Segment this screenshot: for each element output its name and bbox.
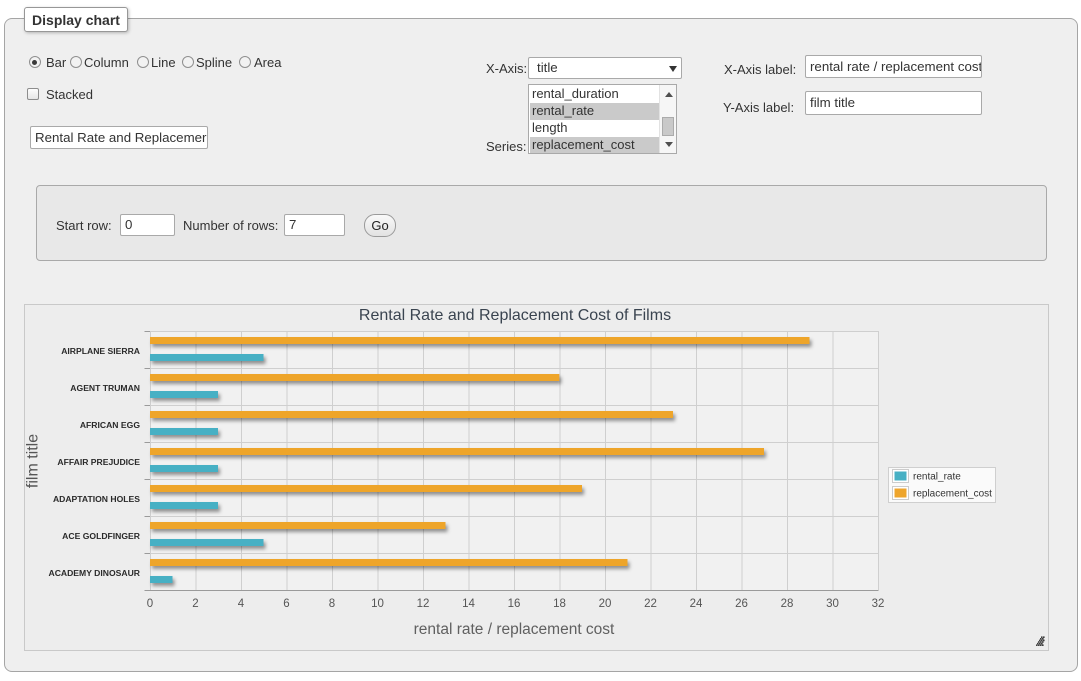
svg-text:32: 32 <box>872 598 885 610</box>
svg-text:rental_rate: rental_rate <box>913 472 961 483</box>
svg-text:replacement_cost: replacement_cost <box>913 489 992 500</box>
svg-text:16: 16 <box>508 598 521 610</box>
svg-text:2: 2 <box>192 598 198 610</box>
svg-text:AGENT TRUMAN: AGENT TRUMAN <box>70 383 140 393</box>
svg-text:14: 14 <box>462 598 475 610</box>
svg-text:4: 4 <box>238 598 245 610</box>
svg-text:8: 8 <box>329 598 335 610</box>
svg-text:0: 0 <box>147 598 153 610</box>
svg-text:10: 10 <box>371 598 384 610</box>
svg-text:AFRICAN EGG: AFRICAN EGG <box>80 420 140 430</box>
svg-text:AFFAIR PREJUDICE: AFFAIR PREJUDICE <box>57 457 140 467</box>
svg-text:20: 20 <box>599 598 612 610</box>
svg-text:rental rate / replacement cost: rental rate / replacement cost <box>414 621 615 638</box>
svg-text:ADAPTATION HOLES: ADAPTATION HOLES <box>53 494 140 504</box>
svg-text:AIRPLANE SIERRA: AIRPLANE SIERRA <box>61 346 140 356</box>
svg-text:ACADEMY DINOSAUR: ACADEMY DINOSAUR <box>48 568 140 578</box>
svg-text:6: 6 <box>283 598 289 610</box>
svg-text:film title: film title <box>25 434 42 488</box>
svg-text:Rental Rate and Replacement Co: Rental Rate and Replacement Cost of Film… <box>359 307 671 324</box>
svg-text:22: 22 <box>644 598 657 610</box>
svg-text:ACE GOLDFINGER: ACE GOLDFINGER <box>62 531 141 541</box>
svg-text:28: 28 <box>781 598 794 610</box>
svg-text:24: 24 <box>690 598 703 610</box>
svg-text:18: 18 <box>553 598 566 610</box>
svg-text:30: 30 <box>826 598 839 610</box>
svg-text:26: 26 <box>735 598 748 610</box>
svg-text:12: 12 <box>417 598 430 610</box>
